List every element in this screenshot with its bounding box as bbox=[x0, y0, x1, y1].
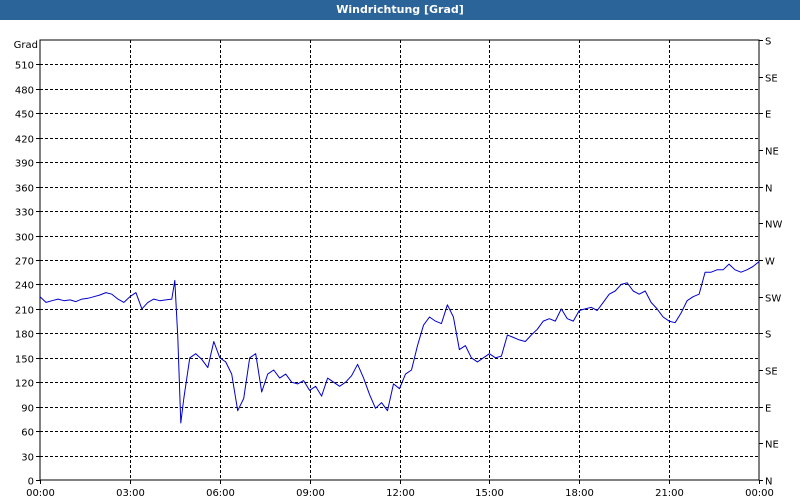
chart-title: Windrichtung [Grad] bbox=[0, 0, 800, 20]
x-tick-time-label: 09:00 bbox=[296, 488, 325, 499]
y-tick-label: 210 bbox=[15, 306, 34, 317]
y-tick-label: 300 bbox=[15, 233, 34, 244]
y2-tick-label: W bbox=[765, 257, 775, 268]
y-tick-label: 0 bbox=[28, 477, 34, 488]
y-tick-label: 390 bbox=[15, 159, 34, 170]
y2-tick-label: SE bbox=[765, 367, 778, 378]
y-tick-label: 420 bbox=[15, 135, 34, 146]
y-tick-label: 450 bbox=[15, 110, 34, 121]
y-tick-label: 480 bbox=[15, 86, 34, 97]
y-tick-label: 30 bbox=[21, 453, 34, 464]
y2-axis: N NE E SE S SW W NW N NE E SE S bbox=[759, 37, 782, 488]
y2-tick-label: E bbox=[765, 110, 771, 121]
x-tick-time-label: 00:00 bbox=[26, 488, 55, 499]
y2-tick-label: N bbox=[765, 477, 772, 488]
y-tick-label: 120 bbox=[15, 379, 34, 390]
x-tick-time-label: 03:00 bbox=[116, 488, 145, 499]
y2-tick-label: S bbox=[765, 330, 771, 341]
y-tick-label: 90 bbox=[21, 404, 34, 415]
x-tick-time-label: 12:00 bbox=[386, 488, 415, 499]
y2-tick-label: NE bbox=[765, 440, 779, 451]
y-tick-label: 330 bbox=[15, 208, 34, 219]
x-tick-time-label: 15:00 bbox=[475, 488, 504, 499]
y-tick-label: 180 bbox=[15, 330, 34, 341]
y2-tick-label: NE bbox=[765, 147, 779, 158]
y2-tick-label: E bbox=[765, 404, 771, 415]
y-axis: 0 30 60 90 120 150 180 210 240 270 300 330 360 390 420… bbox=[15, 61, 40, 488]
x-tick-time-label: 00:00 bbox=[745, 488, 774, 499]
x-tick-time-label: 21:00 bbox=[655, 488, 684, 499]
y2-tick-label: N bbox=[765, 184, 772, 195]
y2-tick-label: SW bbox=[765, 294, 781, 305]
y2-tick-label: SE bbox=[765, 74, 778, 85]
y2-tick-label: NW bbox=[765, 220, 782, 231]
wind-direction-chart: 0 30 60 90 120 150 180 210 240 270 300 330 360 390 420… bbox=[14, 37, 783, 500]
y-tick-label: 150 bbox=[15, 355, 34, 366]
x-tick-time-label: 18:00 bbox=[565, 488, 594, 499]
y2-tick-label: S bbox=[765, 37, 771, 48]
y-tick-label: 270 bbox=[15, 257, 34, 268]
y-tick-label: 240 bbox=[15, 281, 34, 292]
y-tick-label: 360 bbox=[15, 184, 34, 195]
y-tick-label: 60 bbox=[21, 428, 34, 439]
y-tick-label: 510 bbox=[15, 61, 34, 72]
x-tick-time-label: 06:00 bbox=[206, 488, 235, 499]
y-axis-label: Grad bbox=[14, 40, 38, 51]
x-axis: 00:0007.03.1803:0007.03.1806:0007.03.180… bbox=[26, 480, 774, 499]
